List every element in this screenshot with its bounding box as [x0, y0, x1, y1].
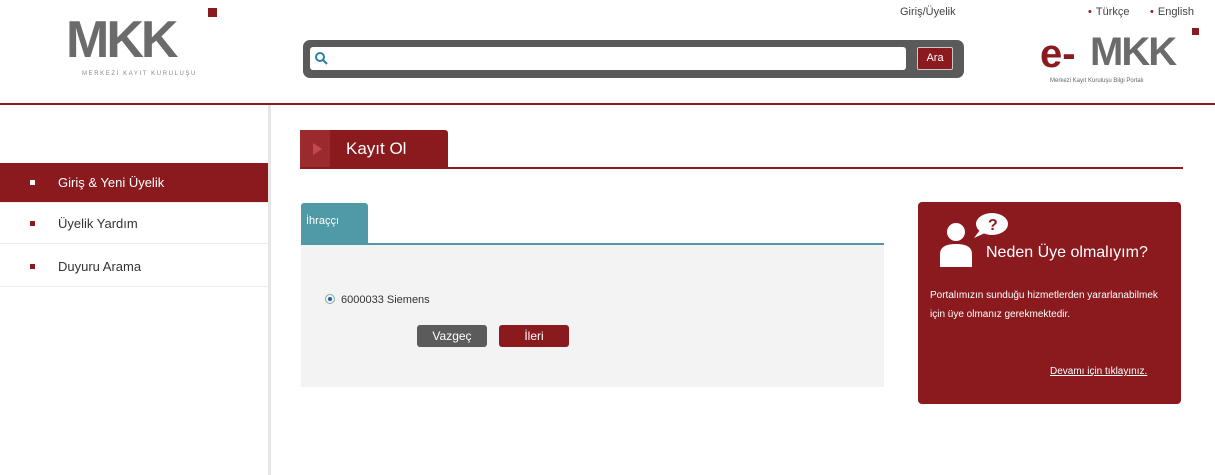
lang-turkish[interactable]: • Türkçe: [1088, 6, 1129, 18]
bullet-icon: •: [1150, 6, 1154, 18]
emkk-subtitle: Merkezi Kayıt Kuruluşu Bilgi Portalı: [1050, 78, 1144, 84]
svg-text:?: ?: [988, 217, 998, 234]
sidebar-divider: [268, 105, 271, 475]
bullet-icon: [30, 264, 35, 269]
mkk-logo-text: MKK: [66, 11, 178, 69]
sidebar-item-giris[interactable]: Giriş & Yeni Üyelik: [0, 163, 268, 203]
page-title-tab: Kayıt Ol: [300, 130, 448, 168]
emkk-square-icon: [1192, 28, 1199, 35]
lang-turkish-label: Türkçe: [1095, 6, 1130, 18]
sidebar-item-uyelik-yardim[interactable]: Üyelik Yardım: [0, 204, 268, 244]
search-icon: [315, 52, 328, 65]
lang-english[interactable]: • English: [1150, 6, 1194, 18]
cancel-button[interactable]: Vazgeç: [417, 325, 487, 347]
info-body: Portalımızın sunduğu hizmetlerden yararl…: [930, 290, 1158, 320]
radio-siemens-label: 6000033 Siemens: [341, 294, 430, 306]
lang-english-label: English: [1157, 6, 1194, 18]
bullet-icon: [30, 180, 35, 185]
arrow-right-icon: [300, 130, 330, 168]
sidebar-item-label: Duyuru Arama: [58, 259, 142, 274]
login-link[interactable]: Giriş/Üyelik: [900, 6, 956, 18]
mkk-logo-subtitle: MERKEZİ KAYIT KURULUŞU: [82, 71, 197, 77]
search-bar: Ara: [303, 40, 964, 78]
search-field[interactable]: [310, 47, 906, 70]
emkk-prefix: e-: [1040, 32, 1076, 76]
emkk-text: MKK: [1090, 30, 1177, 74]
why-register-box: ? Neden Üye olmalıyım? Portalımızın sund…: [918, 202, 1181, 404]
header-divider: [0, 103, 1215, 105]
emkk-logo[interactable]: e- MKK Merkezi Kayıt Kuruluşu Bilgi Port…: [1040, 28, 1205, 88]
form-panel: [301, 245, 884, 387]
mkk-logo[interactable]: MKK MERKEZİ KAYIT KURULUŞU: [60, 8, 220, 78]
next-button[interactable]: İleri: [499, 325, 569, 347]
logo-square-icon: [208, 8, 217, 17]
sidebar-item-label: Üyelik Yardım: [58, 216, 138, 231]
search-button[interactable]: Ara: [917, 47, 953, 70]
search-input[interactable]: [332, 47, 901, 70]
title-divider: [300, 167, 1183, 169]
bullet-icon: •: [1088, 6, 1092, 18]
bullet-icon: [30, 221, 35, 226]
sidebar-item-duyuru-arama[interactable]: Duyuru Arama: [0, 247, 268, 287]
sidebar-item-label: Giriş & Yeni Üyelik: [58, 175, 165, 190]
page-title: Kayıt Ol: [346, 139, 407, 158]
read-more-link[interactable]: Devamı için tıklayınız.: [1050, 366, 1147, 377]
info-title: Neden Üye olmalıyım?: [986, 244, 1148, 261]
radio-siemens[interactable]: [325, 294, 335, 304]
tab-ihracci[interactable]: İhraççı: [301, 203, 368, 244]
